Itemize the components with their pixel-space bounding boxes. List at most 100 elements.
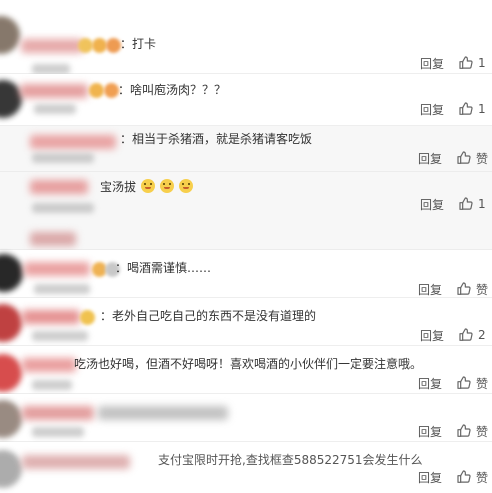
like-count: 赞: [475, 151, 488, 166]
badge-icon: [89, 83, 104, 98]
like-button[interactable]: 1: [458, 55, 488, 71]
timestamp: [32, 331, 88, 341]
avatar[interactable]: [0, 16, 20, 54]
comment-row: ：喝酒需谨慎…… 回复 赞: [0, 250, 492, 298]
reply-label: 回复: [419, 197, 444, 212]
timestamp: [34, 284, 90, 294]
thumbs-up-icon: [457, 424, 471, 437]
more-replies-link[interactable]: [30, 232, 76, 246]
reply-button[interactable]: 回复: [420, 327, 444, 344]
username[interactable]: [22, 310, 80, 324]
like-button[interactable]: 1: [458, 101, 488, 117]
like-button[interactable]: 2: [458, 327, 488, 343]
comment-text: ：老外自己吃自己的东西不是没有道理的: [100, 309, 317, 323]
timestamp: [32, 64, 70, 74]
like-button[interactable]: 赞: [456, 469, 488, 486]
avatar[interactable]: [0, 450, 22, 488]
comment-row: 吃汤也好喝，但酒不好喝呀！喜欢喝酒的小伙伴们一定要注意哦。 回复 赞: [0, 346, 492, 394]
comment-actions: 回复 1: [420, 195, 488, 213]
comment-actions: 回复 赞: [418, 280, 488, 298]
reply-button[interactable]: 回复: [418, 281, 442, 298]
timestamp: [34, 104, 76, 114]
comment-text: ：打卡: [120, 37, 157, 51]
smile-icon: [140, 179, 155, 193]
username[interactable]: [22, 455, 130, 469]
comment-row: ：打卡 回复 1: [0, 0, 492, 74]
reply-label: 回复: [419, 56, 444, 71]
reply-button[interactable]: 回复: [418, 423, 442, 440]
comment-thread: ：打卡 回复 1 ：啥叫庖汤肉？？？ 回复 1 ：相当于杀猪酒，就是杀猪请客吃饭…: [0, 0, 492, 493]
username[interactable]: [21, 39, 83, 53]
thumbs-up-icon: [459, 328, 473, 341]
reply-button[interactable]: 回复: [420, 101, 444, 118]
comment-text: [98, 406, 228, 420]
comment-actions: 回复 1: [420, 100, 488, 118]
avatar[interactable]: [0, 354, 22, 392]
avatar[interactable]: [0, 254, 23, 292]
like-button[interactable]: 赞: [456, 281, 488, 298]
reply-label: 回复: [417, 470, 442, 485]
like-count: 1: [478, 56, 486, 70]
username[interactable]: [20, 84, 88, 98]
reply-label: 回复: [417, 151, 442, 166]
reply-label: 回复: [419, 328, 444, 343]
reply-label: 回复: [417, 376, 442, 391]
badge-icon: [78, 38, 93, 53]
timestamp: [32, 380, 72, 390]
thumbs-up-icon: [459, 56, 473, 69]
comment-row: 回复 赞: [0, 394, 492, 442]
like-count: 1: [478, 197, 486, 211]
username[interactable]: [30, 180, 88, 194]
thumbs-up-icon: [459, 102, 473, 115]
reply-row: 宝汤拔 回复 1: [0, 172, 492, 250]
reply-button[interactable]: 回复: [418, 150, 442, 167]
comment-text: ：相当于杀猪酒，就是杀猪请客吃饭: [120, 132, 313, 146]
username[interactable]: [24, 262, 90, 276]
comment-row: ：啥叫庖汤肉？？？ 回复 1: [0, 74, 492, 126]
like-count: 赞: [475, 470, 488, 485]
like-button[interactable]: 赞: [456, 375, 488, 392]
like-count: 1: [478, 102, 486, 116]
username[interactable]: [22, 358, 76, 372]
comment-actions: 回复 赞: [418, 374, 488, 392]
thumbs-up-icon: [457, 376, 471, 389]
comment-text: 宝汤拔: [100, 179, 193, 195]
badge-icon: [106, 38, 121, 53]
avatar[interactable]: [0, 80, 22, 118]
comment-actions: 回复 赞: [418, 468, 488, 486]
reply-row: ：相当于杀猪酒，就是杀猪请客吃饭 回复 赞: [0, 126, 492, 172]
comment-actions: 回复 赞: [418, 422, 488, 440]
comment-text: 支付宝限时开抢,查找框查588522751会发生什么: [158, 453, 423, 467]
reply-button[interactable]: 回复: [420, 196, 444, 213]
reply-button[interactable]: 回复: [420, 55, 444, 72]
comment-row: ：老外自己吃自己的东西不是没有道理的 回复 2: [0, 298, 492, 346]
reply-label: 回复: [419, 102, 444, 117]
username[interactable]: [22, 406, 94, 420]
comment-text: ：啥叫庖汤肉？？？: [118, 83, 227, 97]
like-count: 赞: [475, 282, 488, 297]
avatar[interactable]: [0, 304, 22, 342]
timestamp: [32, 153, 94, 163]
reply-button[interactable]: 回复: [418, 375, 442, 392]
timestamp: [32, 427, 84, 437]
comment-actions: 回复 1: [420, 54, 488, 72]
reply-button[interactable]: 回复: [418, 469, 442, 486]
like-count: 2: [478, 328, 486, 342]
like-button[interactable]: 赞: [456, 150, 488, 167]
thumbs-up-icon: [459, 197, 473, 210]
comment-actions: 回复 2: [420, 326, 488, 344]
reply-label: 回复: [417, 282, 442, 297]
thumbs-up-icon: [457, 470, 471, 483]
smile-icon: [159, 179, 174, 193]
comment-row: 支付宝限时开抢,查找框查588522751会发生什么 回复 赞: [0, 442, 492, 493]
smile-icon: [178, 179, 193, 193]
timestamp: [32, 203, 94, 213]
reply-label: 回复: [417, 424, 442, 439]
username[interactable]: [30, 135, 116, 149]
like-button[interactable]: 赞: [456, 423, 488, 440]
badge-icon: [104, 83, 119, 98]
comment-actions: 回复 赞: [418, 149, 488, 167]
comment-text-content: 宝汤拔: [100, 180, 137, 194]
avatar[interactable]: [0, 400, 22, 438]
like-button[interactable]: 1: [458, 196, 488, 212]
